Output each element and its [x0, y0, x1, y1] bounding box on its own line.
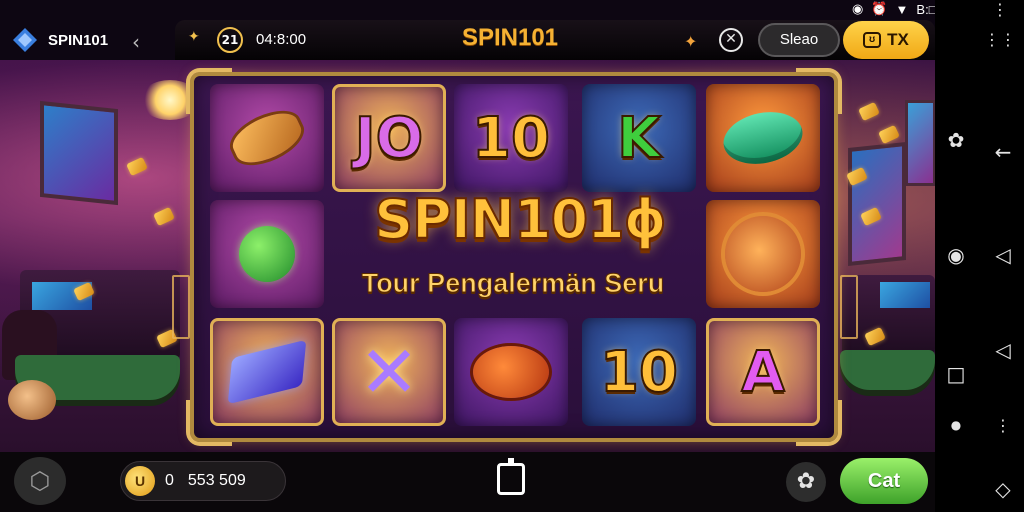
wall-poster-left	[40, 100, 118, 206]
reel-symbol-apple	[210, 200, 324, 308]
settings-icon[interactable]: ✿	[786, 462, 826, 502]
dot-icon: ●	[950, 418, 962, 432]
reel-symbol-blade	[210, 318, 324, 426]
share-icon[interactable]	[497, 458, 525, 495]
settings-nav-icon[interactable]: ✿	[936, 128, 976, 152]
alarm-icon: ⏰	[871, 1, 888, 16]
reel-symbol-x: ✕	[332, 318, 446, 426]
level-badge: 21	[217, 27, 243, 53]
sleep-button[interactable]: Sleao	[758, 23, 840, 57]
game-title: SPIN101	[461, 24, 559, 51]
pumpkin-icon	[473, 346, 549, 398]
reel-symbol-10: 10	[454, 84, 568, 192]
symbol-label: K	[616, 105, 661, 172]
tx-label: TX	[887, 30, 909, 49]
decor-ball-left	[8, 380, 56, 420]
reel-symbol-pumpkin	[454, 318, 568, 426]
location-icon: ◉	[852, 1, 864, 16]
gem-icon	[718, 105, 808, 171]
banner-title: SPIN101ɸ	[373, 187, 667, 252]
more-icon[interactable]: ⋮	[980, 0, 1020, 19]
tx-icon: ʊ	[863, 32, 882, 48]
home-icon[interactable]: ◉	[936, 243, 976, 267]
star-icon: ✦	[188, 29, 200, 45]
reel-symbol-a: A	[706, 318, 820, 426]
cube-button[interactable]: ⬡	[14, 457, 66, 505]
soccer-icon[interactable]: ✕	[719, 28, 743, 52]
back-arrow-icon[interactable]: ◇	[983, 477, 1023, 501]
symbol-label: JO	[354, 105, 424, 172]
wall-poster-right-2	[905, 100, 935, 186]
reel-symbol-shell	[706, 200, 820, 308]
back-triangle-icon[interactable]: ◁	[983, 338, 1023, 362]
status-text: B:□	[916, 1, 937, 17]
reel-side-arrow-left[interactable]	[172, 275, 190, 339]
reel-symbol-jo: JO	[332, 84, 446, 192]
feather-icon[interactable]: ✦	[684, 32, 697, 51]
balance-count: 0	[165, 472, 174, 489]
coin-chip	[153, 206, 175, 227]
reel-symbol-k: K	[582, 84, 696, 192]
card-table-right	[840, 350, 935, 390]
symbol-label: 10	[599, 339, 679, 406]
coin-chip	[878, 124, 900, 145]
recent-icon[interactable]: □	[936, 362, 976, 386]
app-name: SPIN101	[48, 31, 109, 49]
balance-display[interactable]: U 0 553 509	[120, 461, 286, 501]
symbol-label: 10	[471, 105, 551, 172]
grid-icon[interactable]: ⋮⋮	[980, 30, 1020, 49]
blade-icon	[227, 339, 307, 405]
back-nav-icon[interactable]: ←	[983, 140, 1023, 164]
wall-poster-right	[848, 141, 906, 267]
banner-subtitle: Tour Pengalermän Seru	[361, 268, 665, 299]
back-icon[interactable]: ‹	[132, 30, 140, 54]
reel-symbol-gem	[706, 84, 820, 192]
symbol-label: A	[740, 339, 785, 406]
coin-chip	[126, 156, 148, 177]
app-header: SPIN101	[0, 0, 175, 80]
tx-button[interactable]: ʊ TX	[843, 21, 929, 59]
cat-button[interactable]: Cat	[840, 458, 928, 504]
coin-chip	[858, 101, 880, 122]
balance-amount: 553 509	[187, 472, 246, 489]
cross-icon: ✕	[358, 330, 420, 414]
apple-icon	[239, 226, 295, 282]
hat-icon	[226, 105, 308, 171]
system-nav-bar: ⋮ ⋮⋮ ✿ ← ◉ ◁ ◁ □ ● ⋮ ◇	[935, 0, 1024, 512]
reel-side-arrow-right[interactable]	[840, 275, 858, 339]
volume-icon[interactable]: ◁	[983, 243, 1023, 267]
cube-icon: ⬡	[29, 467, 51, 495]
wifi-icon: ▼	[895, 1, 909, 17]
hud-timer: 04:8:00	[256, 31, 307, 48]
coin-icon: U	[125, 466, 155, 496]
slot-machine-screen-right	[880, 282, 930, 308]
shell-icon	[725, 216, 801, 292]
app-logo-icon	[13, 28, 37, 52]
menu-icon[interactable]: ⋮	[983, 416, 1023, 435]
reel-symbol-hat	[210, 84, 324, 192]
reel-symbol-10: 10	[582, 318, 696, 426]
